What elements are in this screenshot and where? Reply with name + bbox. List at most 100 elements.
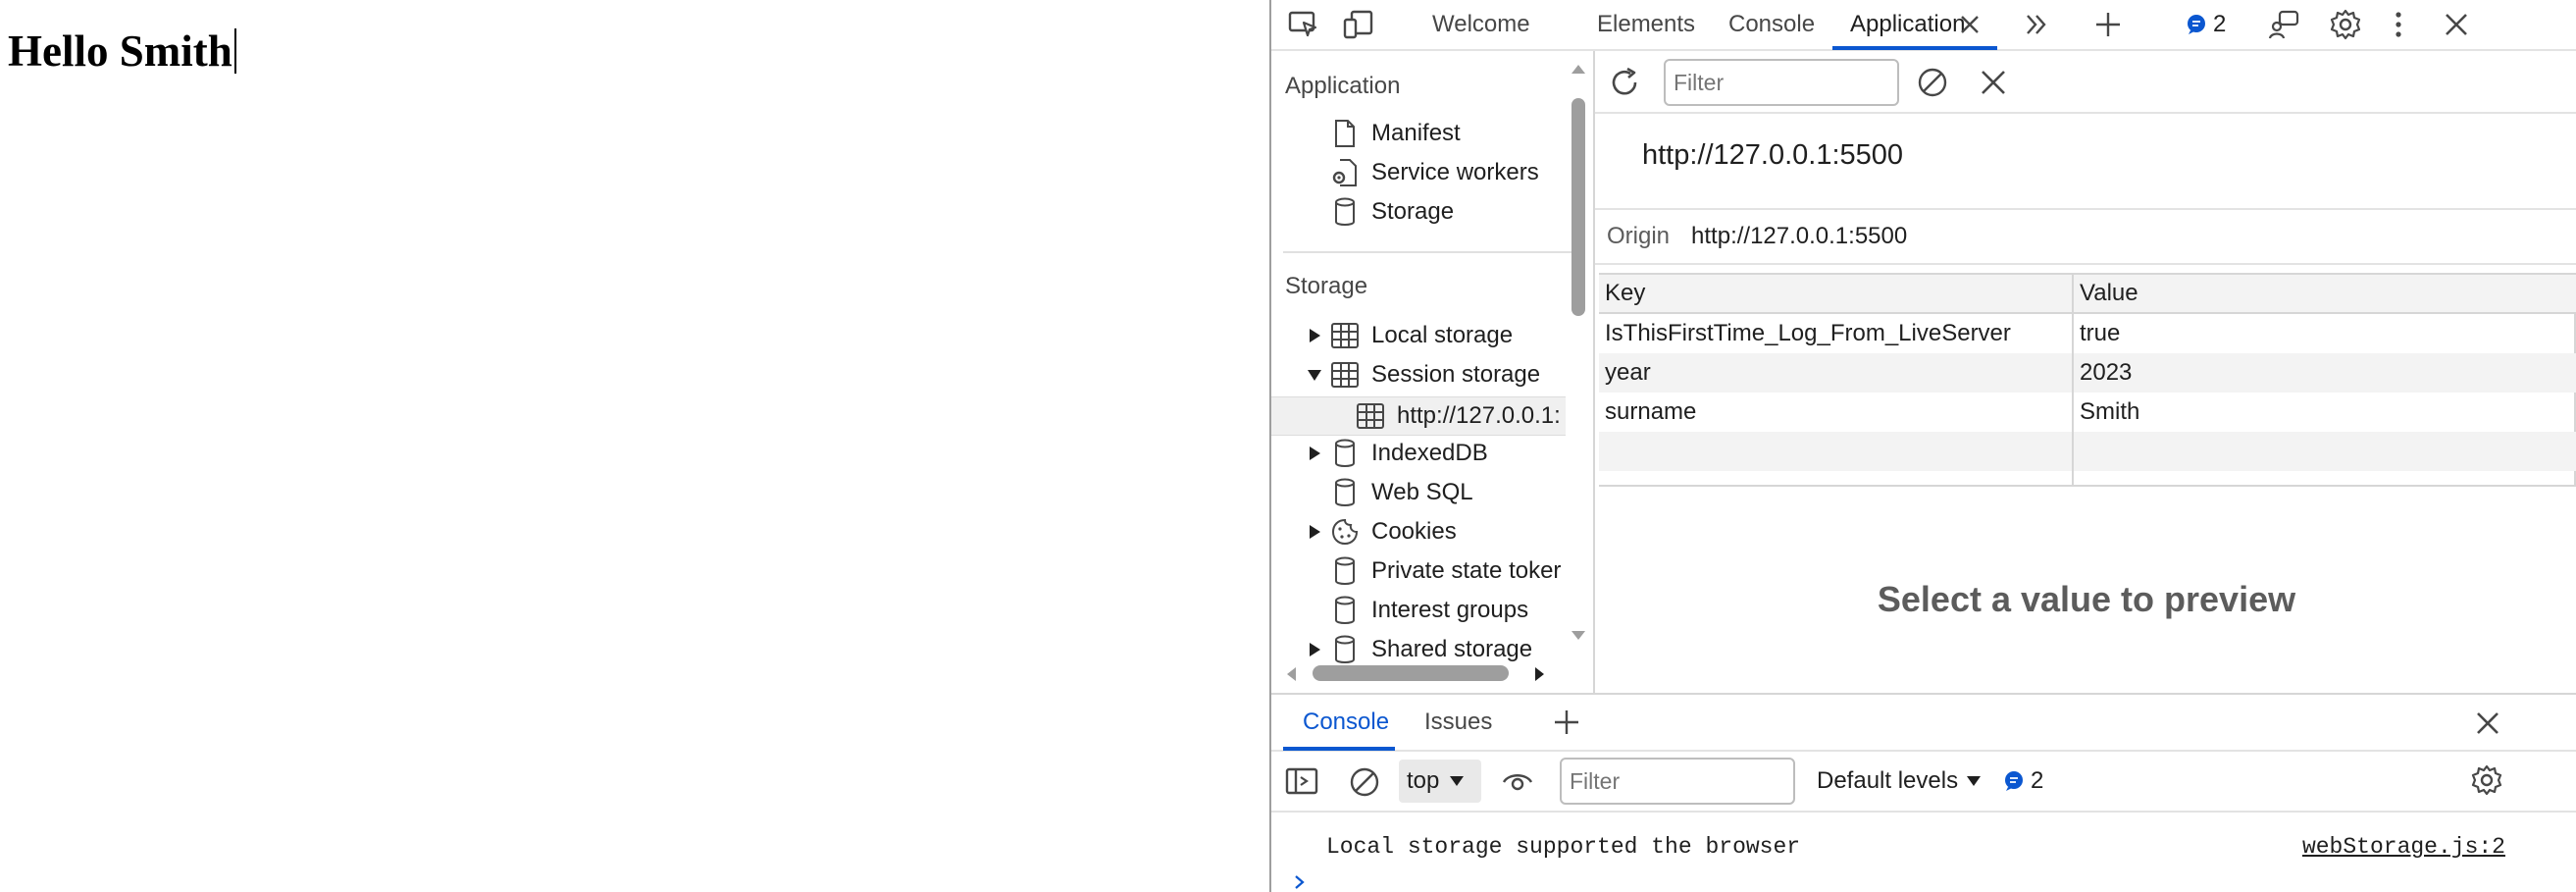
database-icon: [1330, 551, 1360, 591]
sidebar-item-label: Private state toker: [1371, 557, 1562, 584]
session-storage-panel: Filter http://127.0.0.1:5500 Origin http…: [1595, 51, 2576, 693]
sidebar-item-manifest[interactable]: Manifest: [1330, 114, 1461, 153]
expand-triangle-icon[interactable]: [1303, 316, 1326, 355]
sidebar-item-shared-storage[interactable]: Shared storage: [1330, 630, 1532, 669]
column-header-value[interactable]: Value: [2080, 280, 2138, 307]
drawer-tab-issues[interactable]: Issues: [1424, 695, 1492, 750]
sidebar-item-label: Interest groups: [1371, 597, 1529, 623]
row-key: IsThisFirstTime_Log_From_LiveServer: [1605, 320, 2011, 346]
table-header-row: Key Value: [1599, 275, 2576, 314]
page-heading: Hello Smith: [8, 26, 236, 77]
close-devtools-icon[interactable]: [2443, 0, 2470, 49]
close-tab-icon[interactable]: [1958, 0, 1982, 49]
table-row[interactable]: surname Smith: [1599, 393, 2576, 432]
sidebar-vertical-scrollbar[interactable]: [1571, 98, 1585, 316]
sidebar-item-label: Local storage: [1371, 322, 1514, 348]
collapse-triangle-icon[interactable]: [1303, 355, 1326, 394]
filter-placeholder: Filter: [1674, 69, 1725, 95]
log-levels-label: Default levels: [1817, 767, 1959, 794]
console-filter-input[interactable]: Filter: [1560, 758, 1795, 805]
sidebar-item-interest-groups[interactable]: Interest groups: [1330, 591, 1528, 630]
table-grid-icon: [1356, 396, 1385, 436]
storage-filter-input[interactable]: Filter: [1664, 59, 1899, 106]
devtools-tabbar: Welcome Elements Console Application 2: [1271, 0, 2576, 51]
add-drawer-tab-icon[interactable]: [1552, 708, 1581, 737]
sidebar-item-service-workers[interactable]: Service workers: [1330, 153, 1539, 192]
sidebar-item-session-storage[interactable]: Session storage: [1330, 355, 1540, 394]
messages-badge[interactable]: 2: [2186, 0, 2226, 49]
origin-label: Origin: [1607, 223, 1671, 249]
log-levels-dropdown[interactable]: Default levels: [1817, 760, 1982, 803]
more-options-icon[interactable]: [2394, 0, 2403, 49]
live-expression-eye-icon[interactable]: [1501, 767, 1534, 797]
sidebar-item-label: Shared storage: [1371, 636, 1533, 662]
clear-console-icon[interactable]: [1348, 765, 1381, 799]
device-emulation-icon[interactable]: [1342, 0, 1375, 49]
scroll-left-arrow-icon[interactable]: [1285, 665, 1297, 683]
row-value: true: [2080, 320, 2121, 346]
tab-console[interactable]: Console: [1728, 0, 1815, 49]
row-value: Smith: [2080, 398, 2140, 425]
table-row[interactable]: year 2023: [1599, 353, 2576, 393]
database-icon: [1330, 192, 1360, 232]
table-grid-icon: [1330, 316, 1360, 355]
sidebar-item-private-state-tokens[interactable]: Private state toker: [1330, 551, 1561, 591]
expand-triangle-icon[interactable]: [1303, 630, 1326, 669]
sidebar-item-local-storage[interactable]: Local storage: [1330, 316, 1513, 355]
message-icon: [2005, 771, 2023, 791]
console-log-source-link[interactable]: webStorage.js:2: [2302, 834, 2505, 860]
tab-welcome[interactable]: Welcome: [1432, 0, 1530, 49]
column-header-key[interactable]: Key: [1605, 280, 1645, 307]
column-separator[interactable]: [2072, 275, 2074, 485]
origin-value: http://127.0.0.1:5500: [1691, 223, 1908, 249]
add-tab-icon[interactable]: [2093, 0, 2123, 49]
more-tabs-icon[interactable]: [2023, 0, 2050, 49]
drawer-tab-console[interactable]: Console: [1303, 695, 1389, 750]
message-icon: [2188, 15, 2205, 34]
sidebar-item-indexeddb[interactable]: IndexedDB: [1330, 434, 1488, 473]
sidebar-item-label: Cookies: [1371, 518, 1457, 545]
tab-elements[interactable]: Elements: [1597, 0, 1695, 49]
table-row[interactable]: IsThisFirstTime_Log_From_LiveServer true: [1599, 314, 2576, 353]
sidebar-item-label: http://127.0.0.1:: [1397, 402, 1561, 429]
row-key: year: [1605, 359, 1651, 386]
service-worker-icon: [1330, 153, 1360, 192]
clear-all-icon[interactable]: [1915, 65, 1950, 100]
text-caret: [233, 28, 236, 74]
expand-triangle-icon[interactable]: [1303, 434, 1326, 473]
sidebar-item-label: Session storage: [1371, 361, 1541, 388]
sidebar-item-storage[interactable]: Storage: [1330, 192, 1454, 232]
console-settings-gear-icon[interactable]: [2470, 763, 2503, 797]
context-value: top: [1407, 767, 1440, 794]
refresh-icon[interactable]: [1607, 65, 1642, 100]
show-sidebar-icon[interactable]: [1285, 765, 1318, 797]
feedback-icon[interactable]: [2268, 0, 2301, 49]
context-selector[interactable]: top: [1399, 760, 1481, 803]
table-row-empty[interactable]: [1599, 432, 2576, 471]
sidebar-item-web-sql[interactable]: Web SQL: [1330, 473, 1473, 512]
scroll-right-arrow-icon[interactable]: [1534, 665, 1546, 683]
console-prompt-chevron-icon[interactable]: [1293, 873, 1307, 891]
sidebar-section-application: Application: [1285, 73, 1401, 99]
sidebar-horizontal-scrollbar[interactable]: [1313, 665, 1509, 681]
storage-origin-title: http://127.0.0.1:5500: [1642, 139, 1904, 171]
console-drawer: Console Issues top Filter Default levels…: [1271, 693, 2576, 892]
delete-selected-icon[interactable]: [1978, 67, 2009, 98]
sidebar-item-label: Storage: [1371, 198, 1455, 225]
sidebar-section-storage: Storage: [1285, 273, 1368, 299]
console-log-message: Local storage supported the browser: [1326, 834, 1801, 860]
scroll-up-arrow-icon[interactable]: [1570, 63, 1587, 75]
sidebar-item-cookies[interactable]: Cookies: [1330, 512, 1457, 551]
sidebar-item-session-origin[interactable]: http://127.0.0.1:: [1356, 396, 1561, 436]
table-grid-icon: [1330, 355, 1360, 394]
settings-gear-icon[interactable]: [2329, 0, 2362, 49]
tab-application[interactable]: Application: [1850, 0, 1965, 49]
inspect-element-icon[interactable]: [1287, 0, 1320, 49]
console-messages-badge[interactable]: 2: [2003, 760, 2043, 803]
close-drawer-icon[interactable]: [2474, 709, 2501, 737]
scroll-down-arrow-icon[interactable]: [1570, 630, 1587, 642]
sidebar-divider: [1283, 251, 1577, 253]
application-sidebar: Application Manifest Service workers Sto…: [1271, 51, 1595, 693]
messages-count: 2: [2213, 11, 2227, 37]
expand-triangle-icon[interactable]: [1303, 512, 1326, 551]
